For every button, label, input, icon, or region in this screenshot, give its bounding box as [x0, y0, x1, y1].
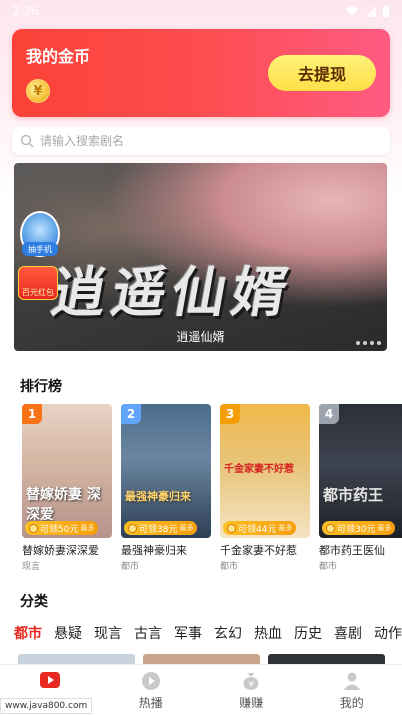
- coin-icon: [29, 523, 38, 533]
- tab-xiju[interactable]: 喜剧: [334, 623, 362, 649]
- poster-title-art: 千金家妻不好惹: [224, 464, 294, 475]
- banner-pagination-dots: [356, 341, 381, 345]
- poster-title-art: 都市药王: [323, 486, 384, 504]
- reward-badge: 可领50元 最多: [25, 521, 99, 535]
- coin-card-title: 我的金币: [26, 47, 91, 66]
- coin-icon: [227, 523, 236, 533]
- rank-number: 1: [22, 404, 42, 424]
- drama-poster[interactable]: 4 都市药王 可领30元 最多: [319, 404, 402, 538]
- nav-me[interactable]: 我的: [302, 665, 402, 716]
- coin-icon: [128, 523, 137, 533]
- person-icon: [343, 672, 361, 690]
- svg-text:¥: ¥: [249, 680, 254, 689]
- banner-caption: 逍遥仙婿: [176, 330, 225, 344]
- banner-carousel[interactable]: 逍遥仙婿 逍遥仙婿: [14, 163, 387, 351]
- play-circle-icon: [141, 672, 160, 690]
- banner-dot: [377, 341, 381, 345]
- status-bar: 2:26: [0, 0, 402, 22]
- nav-label: 赚赚: [239, 696, 264, 710]
- banner-title-art: 逍遥仙婿: [46, 260, 299, 324]
- nav-label: 热播: [138, 696, 163, 710]
- drama-poster[interactable]: 1 替嫁娇妻 深深爱 可领50元 最多: [22, 404, 112, 538]
- rank-number: 4: [319, 404, 339, 424]
- banner-dot: [356, 341, 360, 345]
- coin-icon: [326, 523, 335, 533]
- categories-title: 分类: [20, 594, 48, 610]
- status-icons: [345, 5, 390, 17]
- drama-name: 都市药王医仙: [319, 544, 385, 557]
- tab-xianyan[interactable]: 现言: [94, 623, 122, 649]
- coin-card: 我的金币 ¥ 去提现: [12, 29, 390, 117]
- drama-poster[interactable]: 3 千金家妻不好惹 可领44元 最多: [220, 404, 310, 538]
- drama-genre: 都市: [220, 562, 239, 572]
- drama-genre: 都市: [319, 562, 338, 572]
- watermark: www.java800.com: [0, 698, 93, 714]
- tab-xuanhuan[interactable]: 玄幻: [214, 623, 242, 649]
- tab-rexue[interactable]: 热血: [254, 623, 282, 649]
- red-packet-label: 百元红包: [22, 288, 54, 297]
- nav-earn[interactable]: ¥ 赚赚: [201, 665, 302, 716]
- signal-icon: [365, 5, 376, 17]
- poster-title-art: 替嫁娇妻 深深爱: [26, 487, 101, 523]
- play-icon: [40, 672, 61, 688]
- search-icon: [20, 134, 34, 148]
- drama-name: 千金家妻不好惹: [220, 544, 297, 557]
- tab-lishi[interactable]: 历史: [294, 623, 322, 649]
- category-tabs: 都市 悬疑 现言 古言 军事 玄幻 热血 历史 喜剧 动作: [14, 623, 402, 649]
- tab-guyan[interactable]: 古言: [134, 623, 162, 649]
- money-bag-icon: ¥: [243, 673, 259, 690]
- poster-title-art: 最强神豪归来: [125, 490, 191, 503]
- banner-dot: [363, 341, 367, 345]
- drama-name: 替嫁娇妻深深爱: [22, 544, 99, 557]
- reward-badge: 可领30元 最多: [322, 521, 396, 535]
- tab-junshi[interactable]: 军事: [174, 623, 202, 649]
- drama-poster[interactable]: 2 最强神豪归来 可领38元 最多: [121, 404, 211, 538]
- ranking-item[interactable]: 1 替嫁娇妻 深深爱 可领50元 最多 替嫁娇妻深深爱 现言: [22, 404, 112, 574]
- ranking-list: 1 替嫁娇妻 深深爱 可领50元 最多 替嫁娇妻深深爱 现言 2 最强神豪归来 …: [22, 404, 402, 574]
- status-time: 2:26: [12, 4, 39, 18]
- drama-genre: 现言: [22, 562, 41, 572]
- rank-number: 3: [220, 404, 240, 424]
- search-bar[interactable]: [12, 127, 390, 155]
- ranking-item[interactable]: 3 千金家妻不好惹 可领44元 最多 千金家妻不好惹 都市: [220, 404, 310, 574]
- drama-name: 最强神豪归来: [121, 544, 187, 557]
- ranking-item[interactable]: 2 最强神豪归来 可领38元 最多 最强神豪归来 都市: [121, 404, 211, 574]
- reward-badge: 可领44元 最多: [223, 521, 297, 535]
- nav-hot[interactable]: 热播: [101, 665, 202, 716]
- reward-badge: 可领38元 最多: [124, 521, 198, 535]
- ranking-item[interactable]: 4 都市药王 可领30元 最多 都市药王医仙 都市: [319, 404, 402, 574]
- search-input[interactable]: [40, 134, 360, 148]
- battery-icon: [383, 5, 389, 17]
- wifi-icon: [345, 6, 359, 16]
- tab-xuanyi[interactable]: 悬疑: [54, 623, 82, 649]
- ranking-title: 排行榜: [20, 379, 62, 395]
- tab-dongzuo[interactable]: 动作: [374, 623, 402, 649]
- phone-prize-label: 抽手机: [22, 242, 58, 256]
- nav-label: 我的: [339, 696, 364, 710]
- rank-number: 2: [121, 404, 141, 424]
- coin-icon: ¥: [26, 79, 50, 103]
- tab-dushi[interactable]: 都市: [14, 623, 42, 649]
- withdraw-button[interactable]: 去提现: [268, 55, 376, 91]
- banner-dot: [370, 341, 374, 345]
- drama-genre: 都市: [121, 562, 140, 572]
